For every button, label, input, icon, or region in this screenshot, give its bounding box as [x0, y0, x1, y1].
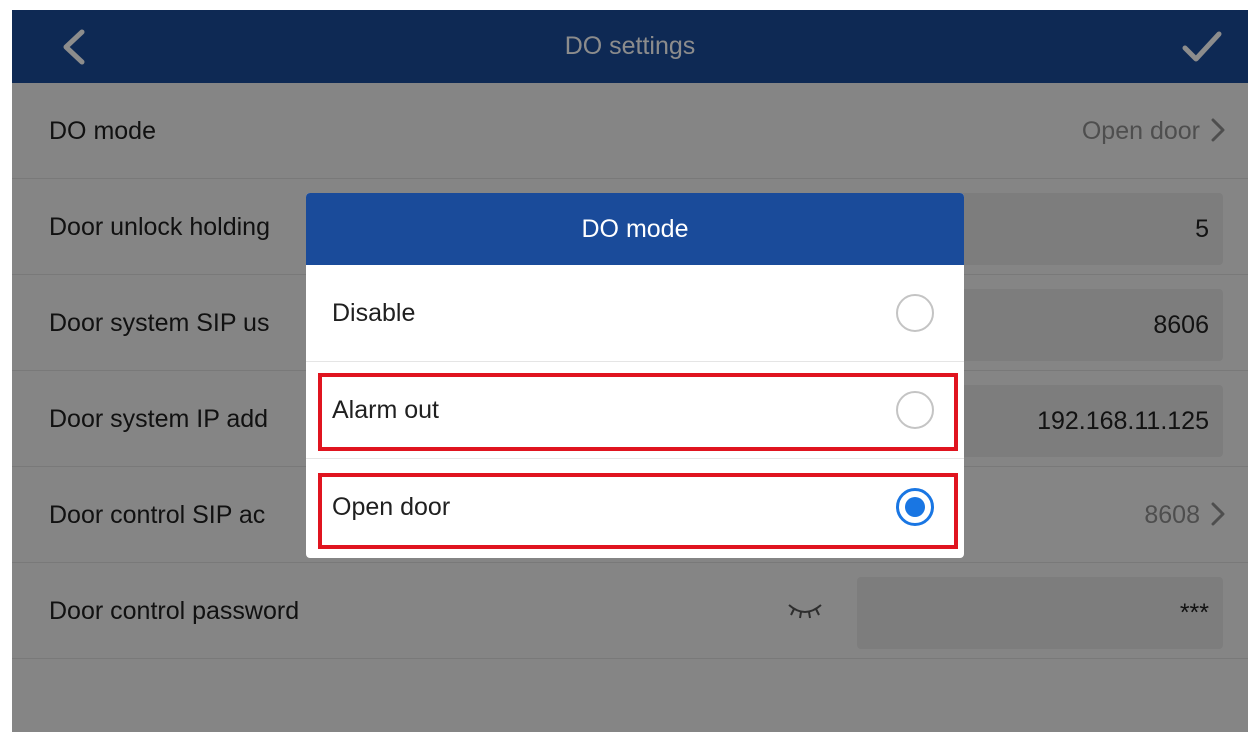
option-alarm-out[interactable]: Alarm out: [306, 362, 964, 459]
radio-button[interactable]: [896, 391, 934, 429]
option-open-door[interactable]: Open door: [306, 459, 964, 556]
screen: DO settings DO mode Open door Door unloc…: [12, 10, 1248, 732]
option-disable[interactable]: Disable: [306, 265, 964, 362]
option-label: Open door: [332, 493, 451, 521]
radio-button-selected[interactable]: [896, 488, 934, 526]
option-label: Alarm out: [332, 396, 439, 424]
option-label: Disable: [332, 299, 416, 327]
radio-button[interactable]: [896, 294, 934, 332]
dialog-title: DO mode: [306, 193, 964, 265]
do-mode-dialog: DO mode Disable Alarm out Open door: [306, 193, 964, 558]
